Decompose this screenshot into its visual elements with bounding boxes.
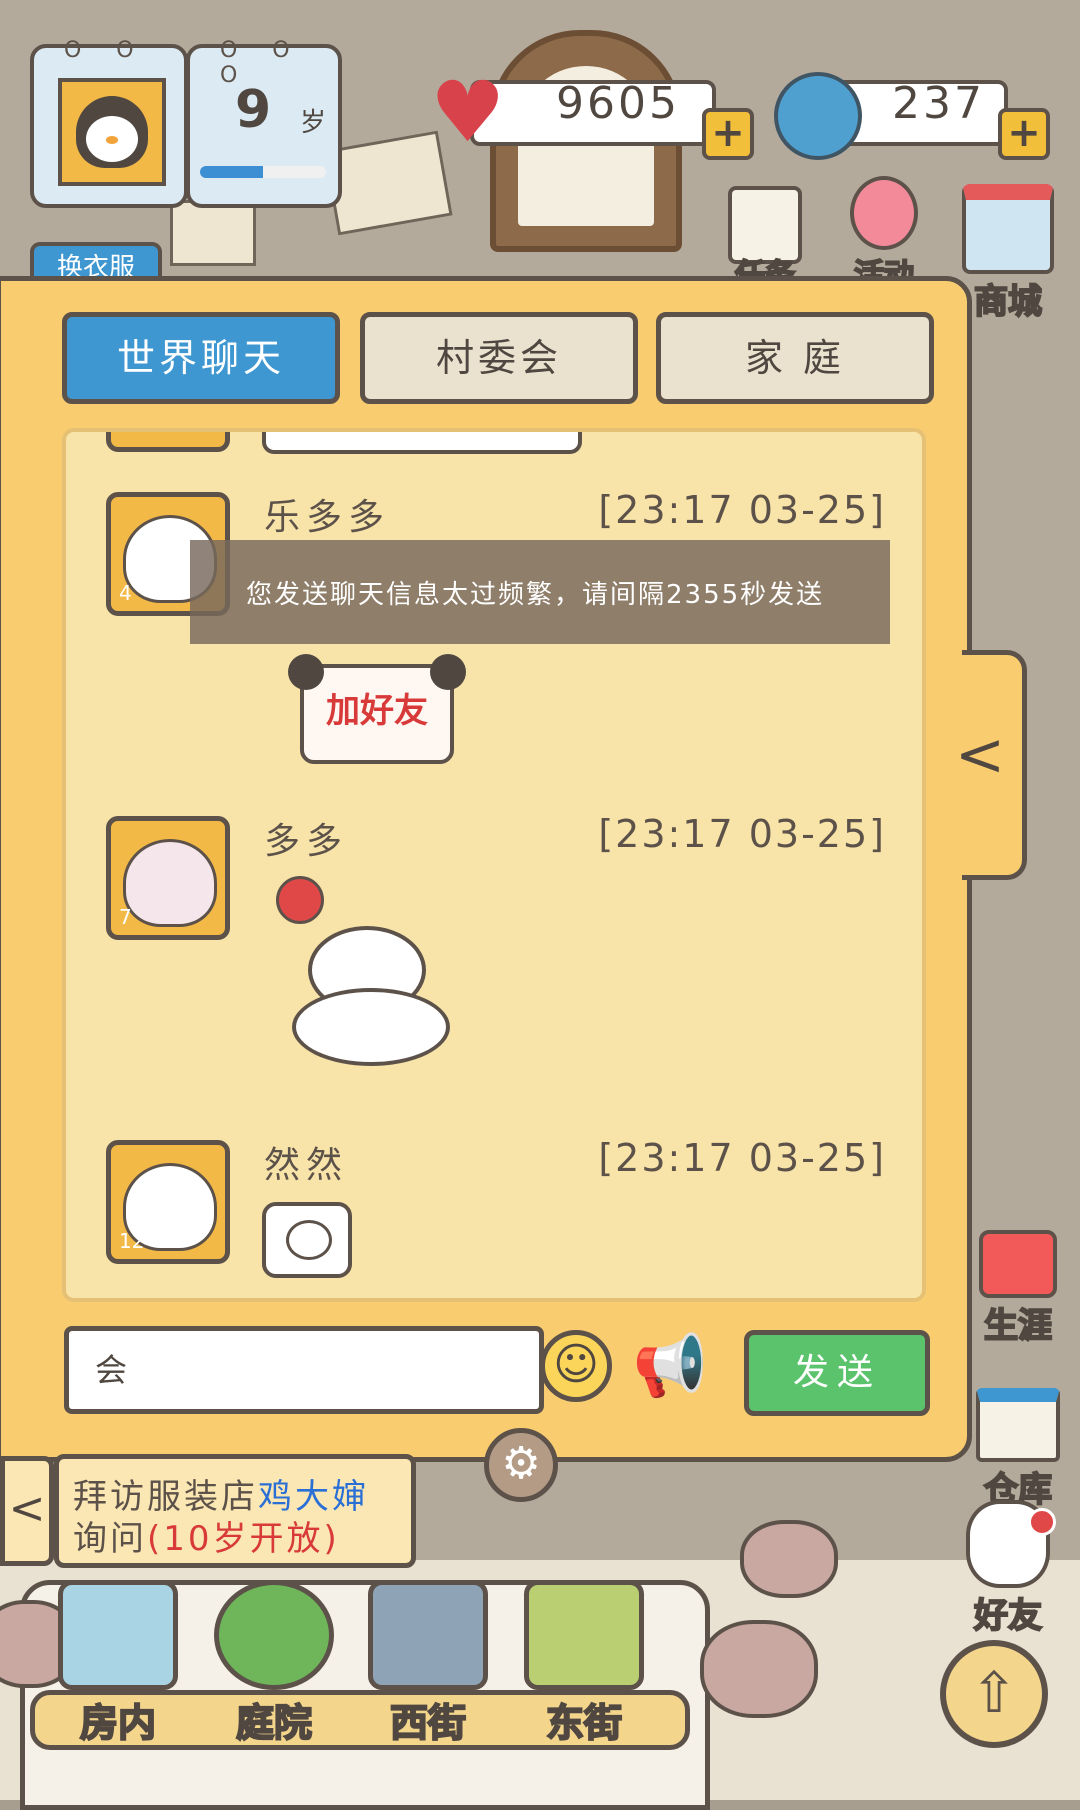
gear-icon: ⚙ (501, 1438, 541, 1489)
message-time: [23:17 03-25] (598, 1136, 886, 1180)
tab-family[interactable]: 家 庭 (656, 312, 934, 404)
coins-counter: 237 + (774, 72, 1050, 160)
nav-west-street-label: 西街 (389, 1700, 467, 1746)
broadcast-button[interactable]: 📢 (632, 1326, 708, 1406)
task-collapse-button[interactable]: < (0, 1456, 54, 1566)
previous-avatar (106, 432, 230, 452)
chat-input[interactable]: 会 (64, 1326, 544, 1414)
sender-level: 4 (119, 581, 132, 605)
nav-yard[interactable]: 庭院 (204, 1580, 344, 1750)
age-number: 9 (235, 80, 272, 140)
sender-avatar[interactable]: 7 (106, 816, 230, 940)
toast-text: 您发送聊天信息太过频繁，请间隔2355秒发送 (246, 580, 825, 610)
nav-room-label: 房内 (79, 1700, 157, 1746)
task-action-2: 询问 (73, 1519, 147, 1559)
shop-icon (962, 184, 1054, 274)
sender-level: 7 (119, 905, 132, 929)
nav-east-street[interactable]: 东街 (514, 1580, 654, 1750)
previous-bubble (262, 432, 582, 454)
storage-icon (976, 1388, 1060, 1462)
shop-button[interactable]: 商城 (956, 184, 1060, 323)
smiley-icon: ☺ (553, 1339, 599, 1390)
arrow-up-icon: ⇧ (970, 1661, 1018, 1726)
chevron-left-icon: < (954, 720, 1006, 790)
emoji-button[interactable]: ☺ (540, 1330, 612, 1402)
hearts-value: 9605 (556, 78, 680, 129)
task-button[interactable]: 任务 (724, 186, 806, 276)
chat-input-value: 会 (95, 1351, 128, 1389)
task-line-2: 询问(10岁开放) (73, 1511, 340, 1560)
binder-rings-icon: O O (64, 38, 148, 63)
player-avatar[interactable] (58, 78, 166, 186)
red-panda-avatar-icon (123, 839, 217, 927)
bottle-cap-icon (774, 72, 862, 160)
notification-dot (1028, 1508, 1056, 1536)
career-book-icon (979, 1230, 1057, 1298)
add-hearts-button[interactable]: + (702, 108, 754, 160)
sender-avatar[interactable]: 12 (106, 1140, 230, 1264)
add-friend-sticker-text: 加好友 (326, 691, 428, 731)
age-card: O O O 9 岁 (186, 38, 342, 208)
storage-button[interactable]: 仓库 (966, 1388, 1070, 1511)
pandas-sticker (278, 926, 454, 1066)
chevron-left-icon: < (8, 1483, 46, 1534)
event-button[interactable]: 活动 (836, 176, 932, 276)
tab-village-committee[interactable]: 村委会 (360, 312, 638, 404)
heart-icon: ♥ (430, 63, 506, 161)
scroll-up-button[interactable]: ⇧ (940, 1640, 1048, 1748)
event-label: 活动 (853, 257, 915, 276)
age-progress-bar (200, 166, 326, 178)
age-progress-fill (200, 166, 263, 178)
nav-room[interactable]: 房内 (48, 1580, 188, 1750)
background-rock (740, 1520, 838, 1598)
megaphone-icon: 📢 (632, 1331, 708, 1401)
signpost-icon (524, 1580, 644, 1690)
tree-icon (214, 1580, 334, 1690)
message-time: [23:17 03-25] (598, 488, 886, 532)
rabbit-badge-icon (276, 876, 324, 924)
panda-face-icon (286, 1220, 332, 1260)
send-button[interactable]: 发送 (744, 1330, 930, 1416)
sender-name: 多多 (264, 821, 349, 862)
sender-name: 然然 (264, 1145, 349, 1186)
chat-settings-button[interactable]: ⚙ (484, 1428, 558, 1502)
profile-calendar[interactable]: O O O O O 9 岁 (30, 38, 342, 208)
background-rock (700, 1620, 818, 1718)
building-icon (368, 1580, 488, 1690)
friends-label: 好友 (973, 1595, 1043, 1637)
career-label: 生涯 (983, 1305, 1053, 1347)
hearts-counter: ♥ 9605 + (430, 70, 756, 160)
nav-yard-label: 庭院 (235, 1700, 313, 1746)
rate-limit-toast: 您发送聊天信息太过频繁，请间隔2355秒发送 (190, 540, 890, 644)
tab-world-chat[interactable]: 世界聊天 (62, 312, 340, 404)
nav-east-street-label: 东街 (545, 1700, 623, 1746)
task-unlock-note: (10岁开放) (147, 1519, 340, 1559)
add-coins-button[interactable]: + (998, 108, 1050, 160)
friends-button[interactable]: 好友 (946, 1500, 1070, 1637)
collapse-chat-button[interactable]: < (950, 720, 1010, 790)
background-note (170, 200, 256, 266)
add-friend-sticker: 加好友 (288, 654, 466, 764)
nav-west-street[interactable]: 西街 (358, 1580, 498, 1750)
task-label: 任务 (734, 257, 796, 276)
bed-icon (58, 1580, 178, 1690)
sender-name: 乐多多 (264, 497, 391, 538)
age-unit: 岁 (300, 108, 327, 138)
profile-card[interactable]: O O (30, 38, 188, 208)
task-banner[interactable]: 拜访服装店鸡大婶 询问(10岁开放) (54, 1454, 416, 1568)
emoji-bubble (262, 1202, 352, 1278)
balloon-icon (850, 176, 918, 250)
coins-value: 237 (892, 78, 985, 129)
sender-level: 12 (119, 1229, 145, 1253)
message-time: [23:17 03-25] (598, 812, 886, 856)
career-button[interactable]: 生涯 (966, 1230, 1070, 1347)
